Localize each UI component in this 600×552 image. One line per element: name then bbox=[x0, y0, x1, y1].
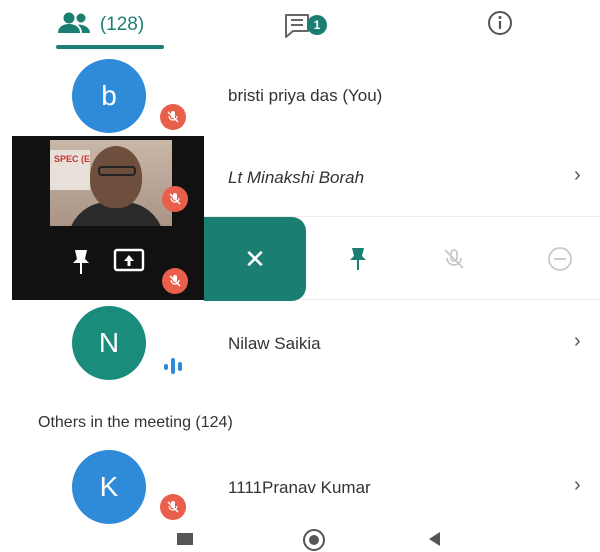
chevron-right-icon[interactable]: › bbox=[574, 164, 581, 187]
mute-participant-icon[interactable] bbox=[440, 245, 468, 273]
participant-video: SPEC (E bbox=[50, 140, 172, 226]
recents-icon[interactable] bbox=[176, 532, 194, 546]
background-banner: SPEC (E bbox=[50, 150, 90, 190]
audio-level-icon bbox=[162, 356, 188, 381]
people-icon bbox=[56, 11, 92, 40]
chevron-right-icon[interactable]: › bbox=[574, 474, 581, 497]
active-tab-indicator bbox=[56, 45, 164, 49]
chat-unread-badge: 1 bbox=[307, 15, 327, 35]
participant-action-bar: ✕ bbox=[204, 216, 600, 301]
avatar: K bbox=[72, 450, 146, 524]
avatar-initial: b bbox=[101, 80, 117, 111]
avatar-initial: N bbox=[98, 327, 120, 358]
system-nav-bar bbox=[0, 524, 600, 552]
present-icon[interactable] bbox=[112, 246, 146, 281]
tab-bar: (128) 1 bbox=[0, 0, 600, 50]
back-icon[interactable] bbox=[426, 530, 442, 548]
participant-name: bristi priya das (You) bbox=[228, 86, 383, 105]
close-icon: ✕ bbox=[244, 243, 266, 274]
pin-icon[interactable] bbox=[344, 245, 372, 273]
tab-info[interactable] bbox=[400, 0, 600, 50]
participant-name: Lt Minakshi Borah bbox=[228, 168, 365, 187]
home-icon[interactable] bbox=[302, 528, 326, 552]
avatar: N bbox=[72, 306, 146, 380]
participant-name: Nilaw Saikia bbox=[228, 334, 321, 353]
video-tile[interactable]: SPEC (E bbox=[12, 136, 204, 300]
chevron-right-icon[interactable]: › bbox=[574, 330, 581, 353]
mic-off-icon bbox=[162, 186, 188, 212]
avatar-initial: K bbox=[99, 471, 119, 502]
mic-off-icon bbox=[160, 494, 186, 520]
pin-icon[interactable] bbox=[68, 248, 94, 281]
participant-row[interactable]: K 1111Pranav Kumar › bbox=[0, 446, 600, 526]
tab-people[interactable]: (128) bbox=[0, 0, 200, 50]
remove-participant-icon[interactable] bbox=[546, 245, 574, 273]
participant-row[interactable]: N Nilaw Saikia › bbox=[0, 302, 600, 384]
participant-name: 1111Pranav Kumar bbox=[228, 478, 371, 497]
mic-off-icon bbox=[162, 268, 188, 294]
info-icon bbox=[487, 10, 513, 41]
others-section-title: Others in the meeting (124) bbox=[38, 414, 233, 431]
participant-count: (128) bbox=[99, 14, 145, 35]
tab-chat[interactable]: 1 bbox=[200, 0, 400, 50]
mic-off-icon bbox=[160, 104, 186, 130]
participants-screen: (128) 1 b bristi priya das (You) Lt Mina… bbox=[0, 0, 600, 552]
video-controls bbox=[12, 242, 204, 300]
participant-row[interactable]: b bristi priya das (You) bbox=[0, 54, 600, 136]
avatar: b bbox=[72, 59, 146, 133]
close-button[interactable]: ✕ bbox=[204, 217, 306, 301]
